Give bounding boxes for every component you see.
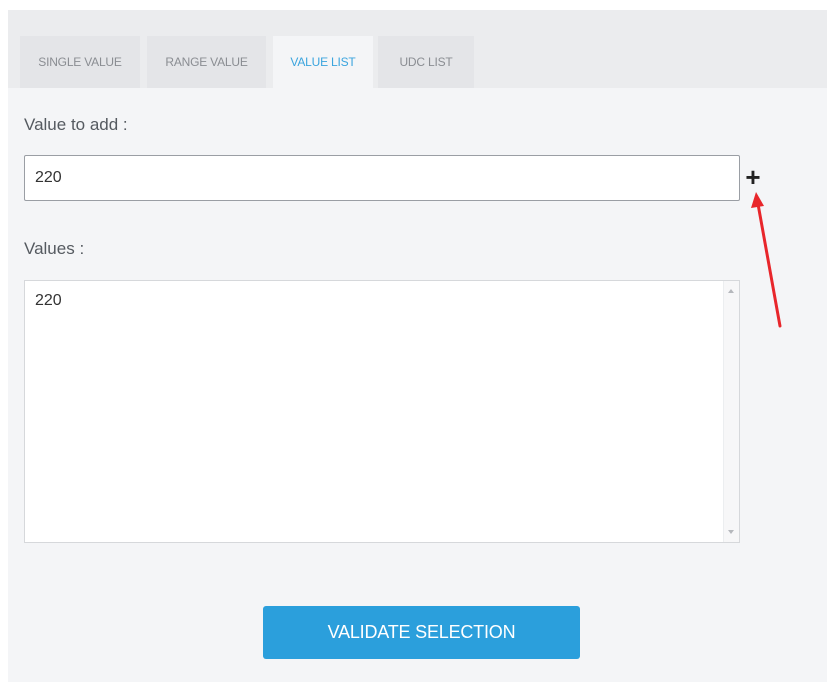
values-list-box[interactable]: 220	[24, 280, 740, 543]
values-scrollbar[interactable]	[723, 281, 739, 542]
values-label: Values :	[24, 239, 85, 258]
tab-value-list[interactable]: VALUE LIST	[273, 36, 373, 88]
tab-bar: SINGLE VALUE RANGE VALUE VALUE LIST UDC …	[8, 10, 827, 88]
values-list-item: 220	[35, 292, 62, 309]
scroll-up-arrow-icon[interactable]	[728, 289, 734, 293]
tab-udc-list[interactable]: UDC LIST	[378, 36, 474, 88]
add-value-button[interactable]: +	[741, 163, 765, 191]
tab-single-value[interactable]: SINGLE VALUE	[20, 36, 140, 88]
tab-range-value[interactable]: RANGE VALUE	[147, 36, 266, 88]
value-selection-panel: SINGLE VALUE RANGE VALUE VALUE LIST UDC …	[8, 10, 827, 682]
value-to-add-input[interactable]	[24, 155, 740, 201]
validate-selection-button[interactable]: VALIDATE SELECTION	[263, 606, 580, 659]
plus-icon: +	[745, 162, 761, 192]
value-to-add-label: Value to add :	[24, 115, 128, 134]
scroll-down-arrow-icon[interactable]	[728, 530, 734, 534]
